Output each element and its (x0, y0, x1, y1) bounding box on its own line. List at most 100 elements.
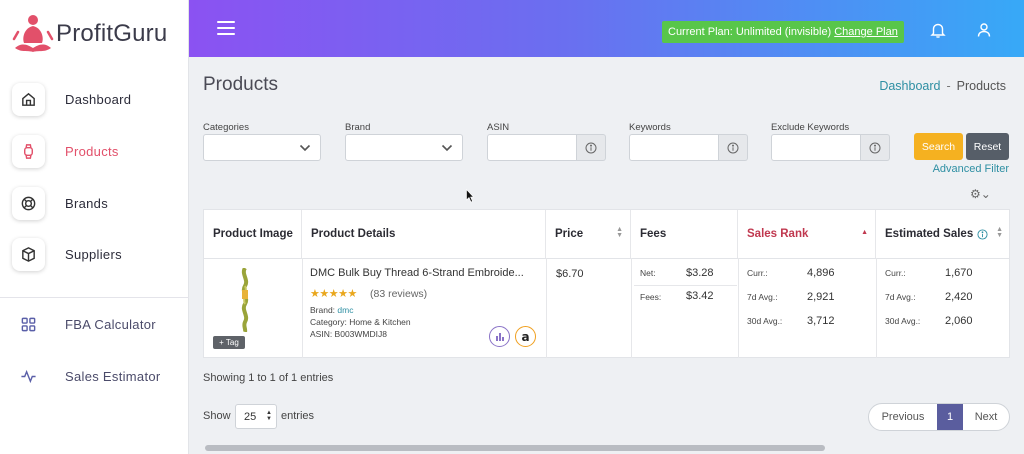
fees-divider (634, 285, 737, 286)
change-plan-link[interactable]: Change Plan (834, 26, 898, 38)
grid-icon (12, 308, 45, 341)
cell-divider (302, 258, 303, 358)
product-price: $6.70 (556, 268, 584, 280)
product-brand: Brand: dmc (310, 305, 354, 315)
advanced-filter-link[interactable]: Advanced Filter (933, 163, 1009, 175)
column-header-label: Sales Rank (747, 228, 809, 240)
breadcrumb: Dashboard - Products (879, 79, 1006, 93)
sales-rank-current-label: Curr.: (747, 268, 768, 278)
home-icon (12, 82, 45, 116)
bell-icon[interactable] (929, 21, 947, 39)
plan-text: Current Plan: Unlimited (invisible) (668, 26, 832, 38)
est-sales-7d: 2,420 (945, 291, 973, 303)
asin-field-group (487, 134, 606, 161)
cell-divider (876, 258, 877, 358)
product-asin: ASIN: B003WMDIJ8 (310, 329, 387, 339)
sidebar-item-products[interactable]: Products (12, 133, 182, 169)
sidebar-item-label: Products (65, 143, 119, 159)
sidebar-item-dashboard[interactable]: Dashboard (12, 81, 182, 117)
keywords-input[interactable] (629, 134, 719, 161)
sidebar-item-fba-calculator[interactable]: FBA Calculator (12, 306, 182, 342)
previous-page-button[interactable]: Previous (869, 404, 937, 430)
sales-rank-current: 4,896 (807, 267, 835, 279)
horizontal-scrollbar[interactable] (205, 445, 825, 451)
column-header-estimated-sales[interactable]: Estimated Sales ▲ ▼ (876, 210, 1010, 258)
add-tag-button[interactable]: + Tag (213, 336, 245, 349)
est-sales-30d: 2,060 (945, 315, 973, 327)
menu-icon[interactable] (217, 21, 235, 35)
review-count[interactable]: (83 reviews) (370, 288, 427, 300)
amazon-icon[interactable]: a (515, 326, 536, 347)
column-header-product-image: Product Image (204, 210, 302, 258)
page-1-button[interactable]: 1 (937, 404, 963, 430)
info-icon[interactable] (577, 134, 606, 161)
entries-info: Showing 1 to 1 of 1 entries (203, 372, 334, 384)
product-category: Category: Home & Kitchen (310, 317, 411, 327)
sidebar-item-suppliers[interactable]: Suppliers (12, 236, 182, 272)
sidebar-item-label: Sales Estimator (65, 368, 161, 384)
sidebar-item-label: Suppliers (65, 246, 122, 262)
products-table: Product Image Product Details Price ▲ ▼ F… (203, 209, 1010, 358)
categories-label: Categories (203, 122, 249, 133)
column-header-price[interactable]: Price ▲ ▼ (546, 210, 631, 258)
info-icon[interactable] (861, 134, 890, 161)
row-divider (204, 258, 1009, 259)
page-size-select[interactable]: 25 ▲ ▼ (235, 404, 277, 429)
breadcrumb-current: Products (956, 79, 1006, 93)
entries-label: entries (281, 410, 315, 422)
categories-select[interactable] (203, 134, 321, 161)
column-header-product-details: Product Details (302, 210, 546, 258)
chevron-down-icon (299, 144, 311, 152)
est-sales-30d-label: 30d Avg.: (885, 316, 921, 326)
lifebuoy-icon (12, 186, 45, 220)
sidebar-divider (0, 297, 189, 298)
watch-icon (12, 134, 45, 168)
column-header-label: Price (555, 228, 584, 240)
next-page-button[interactable]: Next (963, 404, 1009, 430)
sidebar-item-brands[interactable]: Brands (12, 185, 182, 221)
sales-rank-7d: 2,921 (807, 291, 835, 303)
sidebar-item-label: Dashboard (65, 91, 132, 107)
page-title: Products (203, 74, 278, 95)
asin-input[interactable] (487, 134, 577, 161)
keywords-label: Keywords (629, 122, 671, 133)
user-icon[interactable] (975, 21, 993, 39)
reset-button[interactable]: Reset (966, 133, 1009, 160)
cell-divider (546, 258, 547, 358)
est-sales-current-label: Curr.: (885, 268, 906, 278)
sales-rank-7d-label: 7d Avg.: (747, 292, 778, 302)
sidebar-item-sales-estimator[interactable]: Sales Estimator (12, 358, 182, 394)
cell-divider (631, 258, 632, 358)
box-icon (12, 237, 45, 271)
column-header-fees[interactable]: Fees (631, 210, 738, 258)
breadcrumb-dashboard[interactable]: Dashboard (879, 79, 940, 93)
brand-link[interactable]: dmc (337, 305, 353, 315)
product-name[interactable]: DMC Bulk Buy Thread 6-Strand Embroide... (310, 267, 524, 279)
net-label: Net: (640, 268, 656, 278)
logo[interactable]: ProfitGuru (12, 12, 167, 56)
info-icon[interactable] (719, 134, 748, 161)
brand-select[interactable] (345, 134, 463, 161)
column-header-sales-rank[interactable]: Sales Rank ▲ (738, 210, 876, 258)
chart-icon[interactable] (489, 326, 510, 347)
sort-icon: ▲ ▼ (996, 226, 1003, 239)
asin-label: ASIN (487, 122, 510, 133)
fees-label: Fees: (640, 292, 662, 302)
sales-rank-30d-label: 30d Avg.: (747, 316, 783, 326)
sidebar-item-label: FBA Calculator (65, 316, 156, 332)
brand-label: Brand (345, 122, 371, 133)
sort-icon: ▲ ▼ (616, 226, 623, 239)
product-image[interactable] (238, 268, 252, 332)
fees-value: $3.42 (686, 290, 714, 302)
exclude-keywords-input[interactable] (771, 134, 861, 161)
search-button[interactable]: Search (914, 133, 963, 160)
sort-asc-icon: ▲ (861, 229, 868, 236)
info-icon[interactable] (977, 228, 988, 240)
exclude-keywords-label: Exclude Keywords (771, 122, 850, 133)
top-bar: Current Plan: Unlimited (invisible) Chan… (189, 0, 1024, 57)
chevron-down-icon (441, 144, 453, 152)
net-value: $3.28 (686, 267, 714, 279)
exclude-keywords-field-group (771, 134, 890, 161)
column-settings-gear-icon[interactable]: ⚙⌄ (970, 187, 991, 201)
activity-icon (12, 360, 45, 393)
